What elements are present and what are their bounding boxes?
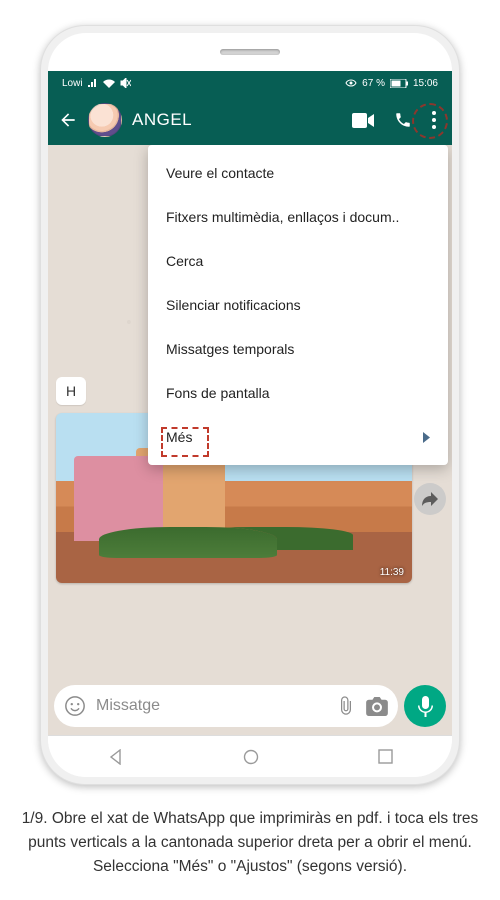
status-bar: Lowi 67 % 15:06 (48, 71, 452, 95)
more-options-icon[interactable] (432, 111, 436, 129)
mic-button[interactable] (404, 685, 446, 727)
battery-pct: 67 % (362, 78, 385, 89)
incoming-message[interactable]: H (56, 377, 86, 405)
menu-item-more[interactable]: Més (148, 415, 448, 459)
chat-header: ANGEL (48, 95, 452, 145)
forward-button[interactable] (414, 483, 446, 515)
menu-item-media[interactable]: Fitxers multimèdia, enllaços i docum.. (148, 195, 448, 239)
chat-body[interactable]: Veure el contacte Fitxers multimèdia, en… (48, 145, 452, 735)
chat-title[interactable]: ANGEL (132, 110, 342, 130)
wifi-icon (103, 79, 115, 88)
phone-speaker (220, 49, 280, 55)
carrier-label: Lowi (62, 78, 83, 89)
no-sound-icon (120, 78, 131, 88)
eye-icon (345, 79, 357, 87)
signal-icon (88, 79, 98, 88)
composer: Missatge (48, 679, 452, 735)
message-input[interactable]: Missatge (54, 685, 398, 727)
nav-recent-icon[interactable] (378, 749, 393, 764)
back-icon[interactable] (58, 110, 78, 130)
menu-item-view-contact[interactable]: Veure el contacte (148, 151, 448, 195)
video-call-icon[interactable] (352, 113, 374, 128)
tutorial-caption: 1/9. Obre el xat de WhatsApp que imprimi… (10, 807, 490, 879)
menu-item-mute[interactable]: Silenciar notificacions (148, 283, 448, 327)
avatar[interactable] (88, 103, 122, 137)
attach-icon[interactable] (336, 696, 356, 716)
menu-item-disappearing[interactable]: Missatges temporals (148, 327, 448, 371)
chevron-right-icon (423, 432, 430, 443)
message-timestamp: 11:39 (380, 567, 404, 578)
phone-screen: Lowi 67 % 15:06 ANGEL (48, 33, 452, 777)
options-dropdown: Veure el contacte Fitxers multimèdia, en… (148, 145, 448, 465)
menu-item-wallpaper[interactable]: Fons de pantalla (148, 371, 448, 415)
message-placeholder: Missatge (96, 697, 326, 715)
clock: 15:06 (413, 78, 438, 89)
nav-back-icon[interactable] (108, 749, 124, 765)
battery-icon (390, 79, 408, 88)
phone-frame: Lowi 67 % 15:06 ANGEL (40, 25, 460, 785)
menu-item-search[interactable]: Cerca (148, 239, 448, 283)
mic-icon (418, 696, 433, 717)
forward-icon (422, 492, 438, 506)
android-nav-bar (48, 735, 452, 777)
emoji-icon[interactable] (64, 695, 86, 717)
camera-icon[interactable] (366, 697, 388, 716)
nav-home-icon[interactable] (243, 749, 259, 765)
voice-call-icon[interactable] (394, 111, 412, 129)
